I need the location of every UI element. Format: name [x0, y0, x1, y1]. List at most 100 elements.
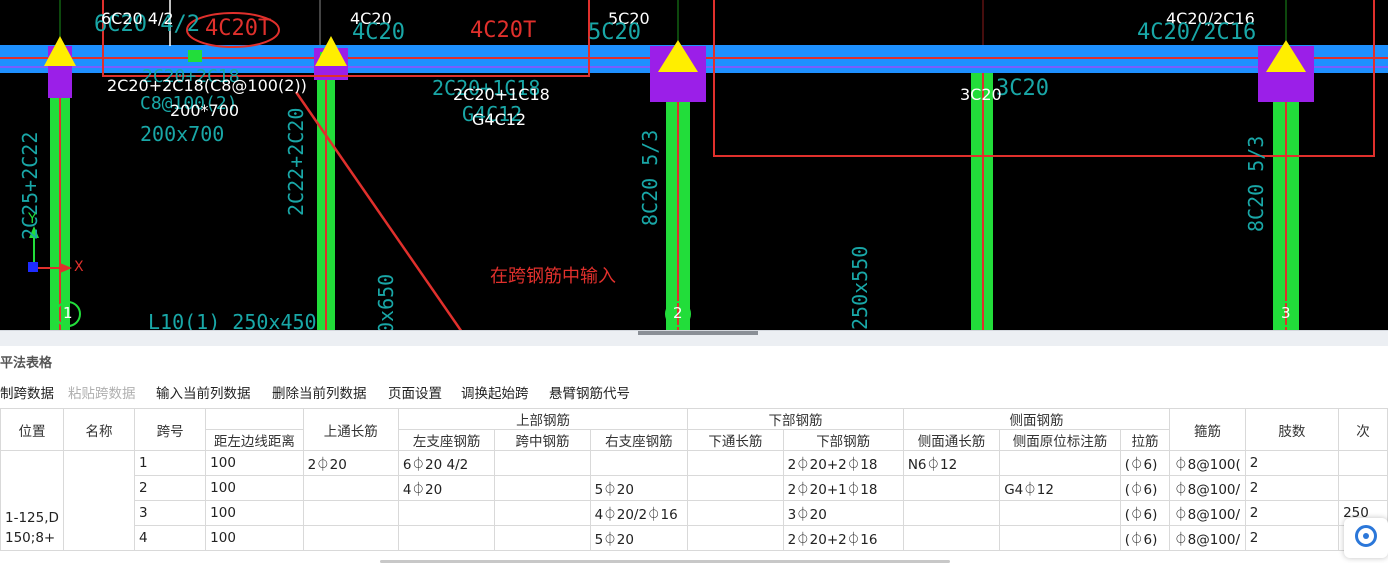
cell-bottom-through[interactable] — [687, 450, 784, 476]
cell-mid-span[interactable] — [494, 500, 591, 526]
input-column-data-button[interactable]: 输入当前列数据 — [156, 382, 251, 402]
cell-next[interactable] — [1338, 475, 1388, 501]
assistant-float-button[interactable] — [1344, 518, 1388, 558]
cell-stirrup[interactable]: ⏀8@100/ — [1169, 525, 1246, 551]
assistant-icon — [1355, 525, 1377, 547]
cell-bottom-through[interactable] — [687, 500, 784, 526]
cell-top-through[interactable] — [302, 525, 399, 551]
cell-dist[interactable]: 100 — [205, 450, 304, 476]
cell-tie[interactable]: (⏀6) — [1119, 500, 1171, 526]
cell-span[interactable]: 4 — [134, 525, 207, 551]
header-stirrup[interactable]: 箍筋 — [1169, 408, 1246, 451]
header-mid-span[interactable]: 跨中钢筋 — [494, 429, 591, 451]
cell-right-support[interactable]: 4⏀20/2⏀16 — [589, 500, 689, 526]
cell-bottom-bars[interactable]: 2⏀20+2⏀16 — [782, 525, 904, 551]
cell-side-in-situ[interactable] — [999, 450, 1121, 476]
header-next[interactable]: 次 — [1338, 408, 1388, 451]
cell-legs[interactable]: 2 — [1244, 475, 1340, 501]
header-side-group[interactable]: 侧面钢筋 — [902, 408, 1171, 430]
table-row[interactable]: 4 100 5⏀20 2⏀20+2⏀16 (⏀6) ⏀8@100/ 2 — [1, 525, 1388, 551]
cell-bottom-bars[interactable]: 2⏀20+1⏀18 — [782, 475, 904, 501]
cell-mid-span[interactable] — [494, 525, 591, 551]
cad-span2-bottom: 2C20+1C18 — [453, 85, 550, 104]
ucs-x-label: X — [74, 259, 84, 275]
header-top-group[interactable]: 上部钢筋 — [397, 408, 689, 430]
cell-bottom-through[interactable] — [687, 525, 784, 551]
cell-side-through[interactable]: N6⏀12 — [902, 450, 1001, 476]
ghost-label: 5C20 — [588, 20, 641, 45]
header-position[interactable]: 位置 — [0, 408, 64, 451]
table-row[interactable]: 2 100 4⏀20 5⏀20 2⏀20+1⏀18 G4⏀12 (⏀6) ⏀8@… — [1, 475, 1388, 501]
cell-side-in-situ[interactable] — [999, 500, 1121, 526]
header-bottom-group[interactable]: 下部钢筋 — [687, 408, 904, 430]
copy-span-data-button[interactable]: 制跨数据 — [0, 382, 54, 402]
header-side-in-situ[interactable]: 侧面原位标注筋 — [999, 429, 1121, 451]
cell-right-support[interactable]: 5⏀20 — [589, 525, 689, 551]
table-row[interactable]: 1-125,D 150;8+ 1 100 2⏀20 6⏀20 4/2 2⏀20+2… — [0, 450, 1388, 551]
cell-left-support[interactable] — [397, 525, 496, 551]
cell-span[interactable]: 1 — [134, 450, 207, 476]
cell-right-support[interactable] — [589, 450, 689, 476]
cell-left-support[interactable] — [397, 500, 496, 526]
cell-top-through[interactable] — [302, 500, 399, 526]
header-dist-left[interactable]: 距左边线距离 — [205, 429, 304, 451]
cell-legs[interactable]: 2 — [1244, 450, 1340, 476]
cell-next[interactable] — [1338, 450, 1388, 476]
cell-span[interactable]: 3 — [134, 500, 207, 526]
header-side-through[interactable]: 侧面通长筋 — [902, 429, 1001, 451]
cell-side-through[interactable] — [902, 500, 1001, 526]
cell-tie[interactable]: (⏀6) — [1119, 525, 1171, 551]
header-tie[interactable]: 拉筋 — [1119, 429, 1171, 451]
cell-stirrup[interactable]: ⏀8@100/ — [1169, 500, 1246, 526]
cad-span2-side: G4C12 — [472, 110, 527, 129]
cell-right-support[interactable]: 5⏀20 — [589, 475, 689, 501]
header-bottom-bars[interactable]: 下部钢筋 — [782, 429, 904, 451]
cell-position[interactable]: 1-125,D 150;8+ — [0, 450, 64, 551]
cad-canvas[interactable]: 6C20 4/2 6C20 4/2 4C20T 4C20 4C20 4C20T … — [0, 0, 1388, 330]
position-line-1: 1-125,D — [5, 510, 59, 526]
cell-mid-span[interactable] — [494, 475, 591, 501]
cell-tie[interactable]: (⏀6) — [1119, 450, 1171, 476]
cell-name[interactable] — [62, 450, 136, 551]
cell-stirrup[interactable]: ⏀8@100/ — [1169, 475, 1246, 501]
cell-legs[interactable]: 2 — [1244, 525, 1340, 551]
paste-span-data-button[interactable]: 粘贴跨数据 — [68, 382, 136, 402]
ucs-y-label: Y — [28, 211, 37, 227]
header-left-support[interactable]: 左支座钢筋 — [397, 429, 496, 451]
swap-start-span-button[interactable]: 调换起始跨 — [461, 382, 529, 402]
cell-stirrup[interactable]: ⏀8@100( — [1169, 450, 1246, 476]
header-top-through[interactable]: 上通长筋 — [302, 408, 399, 451]
delete-column-data-button[interactable]: 删除当前列数据 — [272, 382, 367, 402]
cell-bottom-bars[interactable]: 3⏀20 — [782, 500, 904, 526]
cad-label-span2-mid: 4C20T — [470, 18, 537, 43]
cell-bottom-bars[interactable]: 2⏀20+2⏀18 — [782, 450, 904, 476]
ghost-label: 8C20 5/3 — [1244, 135, 1268, 232]
header-bottom-through[interactable]: 下通长筋 — [687, 429, 784, 451]
cell-side-in-situ[interactable] — [999, 525, 1121, 551]
table-row[interactable]: 3 100 4⏀20/2⏀16 3⏀20 (⏀6) ⏀8@100/ 2 250 — [1, 500, 1388, 526]
header-name[interactable]: 名称 — [62, 408, 136, 451]
cell-dist[interactable]: 100 — [205, 475, 304, 501]
cell-tie[interactable]: (⏀6) — [1119, 475, 1171, 501]
cell-left-support[interactable]: 4⏀20 — [397, 475, 496, 501]
header-right-support[interactable]: 右支座钢筋 — [589, 429, 689, 451]
cell-bottom-through[interactable] — [687, 475, 784, 501]
cell-mid-span[interactable] — [494, 450, 591, 476]
ghost-label: 8C20 5/3 — [638, 129, 662, 226]
cantilever-code-button[interactable]: 悬臂钢筋代号 — [549, 382, 630, 402]
header-legs[interactable]: 肢数 — [1244, 408, 1340, 451]
cell-side-in-situ[interactable]: G4⏀12 — [999, 475, 1121, 501]
header-span-no[interactable]: 跨号 — [134, 408, 207, 451]
cell-legs[interactable]: 2 — [1244, 500, 1340, 526]
cell-top-through[interactable] — [302, 475, 399, 501]
cell-dist[interactable]: 100 — [205, 500, 304, 526]
page-setup-button[interactable]: 页面设置 — [388, 382, 442, 402]
cell-side-through[interactable] — [902, 525, 1001, 551]
cell-top-through[interactable]: 2⏀20 — [302, 450, 399, 476]
panel-splitter[interactable] — [0, 330, 1388, 347]
cell-dist[interactable]: 100 — [205, 525, 304, 551]
cell-left-support[interactable]: 6⏀20 4/2 — [397, 450, 496, 476]
splitter-grip[interactable] — [638, 331, 758, 335]
cell-span[interactable]: 2 — [134, 475, 207, 501]
cell-side-through[interactable] — [902, 475, 1001, 501]
